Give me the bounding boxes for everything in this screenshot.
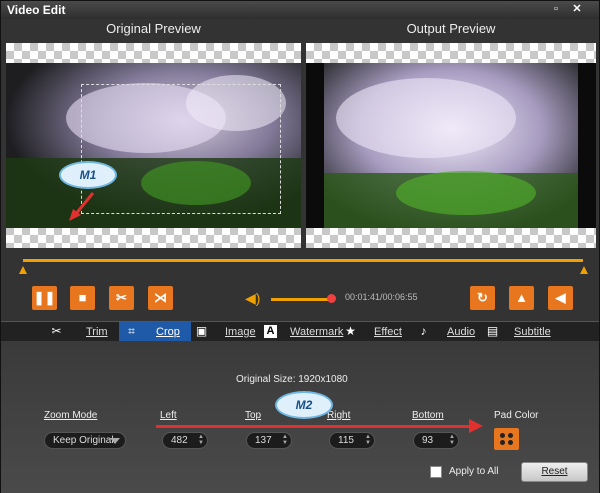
tab-watermark[interactable]: Watermark [290,322,343,342]
stop-button[interactable]: ■ [70,286,95,310]
start-marker[interactable] [19,266,27,274]
zoom-mode-label: Zoom Mode [44,410,98,421]
cut-button[interactable]: ✂ [109,286,134,310]
image-icon: ▣ [195,324,208,338]
m1-arrow [69,192,95,221]
split-icon: ⋊ [154,290,167,305]
tab-trim[interactable]: Trim [86,322,108,342]
output-video-frame [306,63,596,228]
window-title: Video Edit [7,3,66,17]
original-preview-label: Original Preview [106,21,201,36]
dot [508,440,513,445]
crop-icon: ⌗ [128,324,135,338]
m2-arrow-line [156,425,471,428]
spin-arrows-icon[interactable]: ▲ ▼ [365,434,371,446]
volume-knob[interactable] [327,294,336,303]
pad-color-label: Pad Color [494,410,539,421]
tab-crop-label: Crop [156,326,180,338]
tab-subtitle[interactable]: Subtitle [514,322,551,342]
dot [508,433,513,438]
video-edit-window: Video Edit ▫ ✕ Original Preview Output P… [0,0,600,493]
tab-image[interactable]: Image [225,322,256,342]
dot [500,433,505,438]
rotate-button[interactable]: ↻ [470,286,495,310]
pad-color-button[interactable] [494,428,519,450]
apply-to-all-checkbox[interactable] [430,466,442,478]
zoom-mode-value: Keep Original [53,435,114,446]
timeline-bar[interactable] [23,259,583,262]
pause-icon: ❚❚ [33,290,56,305]
bottom-value: 93 [422,435,434,446]
spin-arrows-icon[interactable]: ▲ ▼ [449,434,455,446]
tab-effect[interactable]: Effect [374,322,402,342]
crop-selection-box[interactable] [81,84,281,214]
reset-button[interactable]: Reset [521,462,588,482]
close-button[interactable]: ✕ [569,3,585,16]
right-label: Right [327,410,351,421]
left-spinbox[interactable]: 482 ▲ ▼ [162,432,208,449]
flip-vertical-button[interactable]: ▲ [509,286,534,310]
right-spinbox[interactable]: 115 ▲ ▼ [329,432,375,449]
m2-callout: M2 [275,391,333,419]
end-marker[interactable] [580,266,588,274]
pause-button[interactable]: ❚❚ [32,286,57,310]
rotate-icon: ↻ [477,290,488,305]
split-button[interactable]: ⋊ [148,286,173,310]
left-value: 482 [171,435,188,446]
watermark-icon: A [264,325,277,338]
stop-icon: ■ [78,290,87,305]
top-value: 137 [255,435,272,446]
maximize-button[interactable]: ▫ [548,3,564,16]
edit-tab-bar: ✂ Trim Crop ⌗ ▣ Image A Watermark ★ Effe… [1,321,599,342]
top-spinbox[interactable]: 137 ▲ ▼ [246,432,292,449]
dot [500,440,505,445]
music-note-icon: ♪ [420,324,427,338]
scissors-icon: ✂ [51,324,62,338]
m1-callout: M1 [59,161,117,189]
flip-horizontal-button[interactable]: ◀ [548,286,573,310]
volume-icon[interactable]: ◀) [245,290,260,307]
zoom-mode-dropdown[interactable]: Keep Original [44,432,126,449]
title-bar: Video Edit ▫ ✕ [1,1,599,19]
chevron-down-icon [110,438,120,444]
bottom-label: Bottom [412,410,444,421]
film-icon: ▤ [486,324,499,338]
cropped-blossom-image [324,63,578,228]
timecode: 00:01:41/00:06:55 [345,292,418,302]
scissors-icon: ✂ [116,290,127,305]
tab-audio[interactable]: Audio [447,322,475,342]
flip-vertical-icon: ▲ [515,290,528,305]
original-size-label: Original Size: 1920x1080 [236,374,348,385]
output-preview-label: Output Preview [406,21,496,36]
top-label: Top [245,410,262,421]
star-icon: ★ [345,324,356,338]
flip-horizontal-icon: ◀ [555,290,566,305]
right-value: 115 [338,435,354,446]
bottom-spinbox[interactable]: 93 ▲ ▼ [413,432,459,449]
spin-arrows-icon[interactable]: ▲ ▼ [198,434,204,446]
m2-arrow-head [469,419,483,433]
volume-slider[interactable] [271,298,333,301]
spin-arrows-icon[interactable]: ▲ ▼ [282,434,288,446]
left-label: Left [160,410,177,421]
apply-to-all-label: Apply to All [449,466,499,477]
